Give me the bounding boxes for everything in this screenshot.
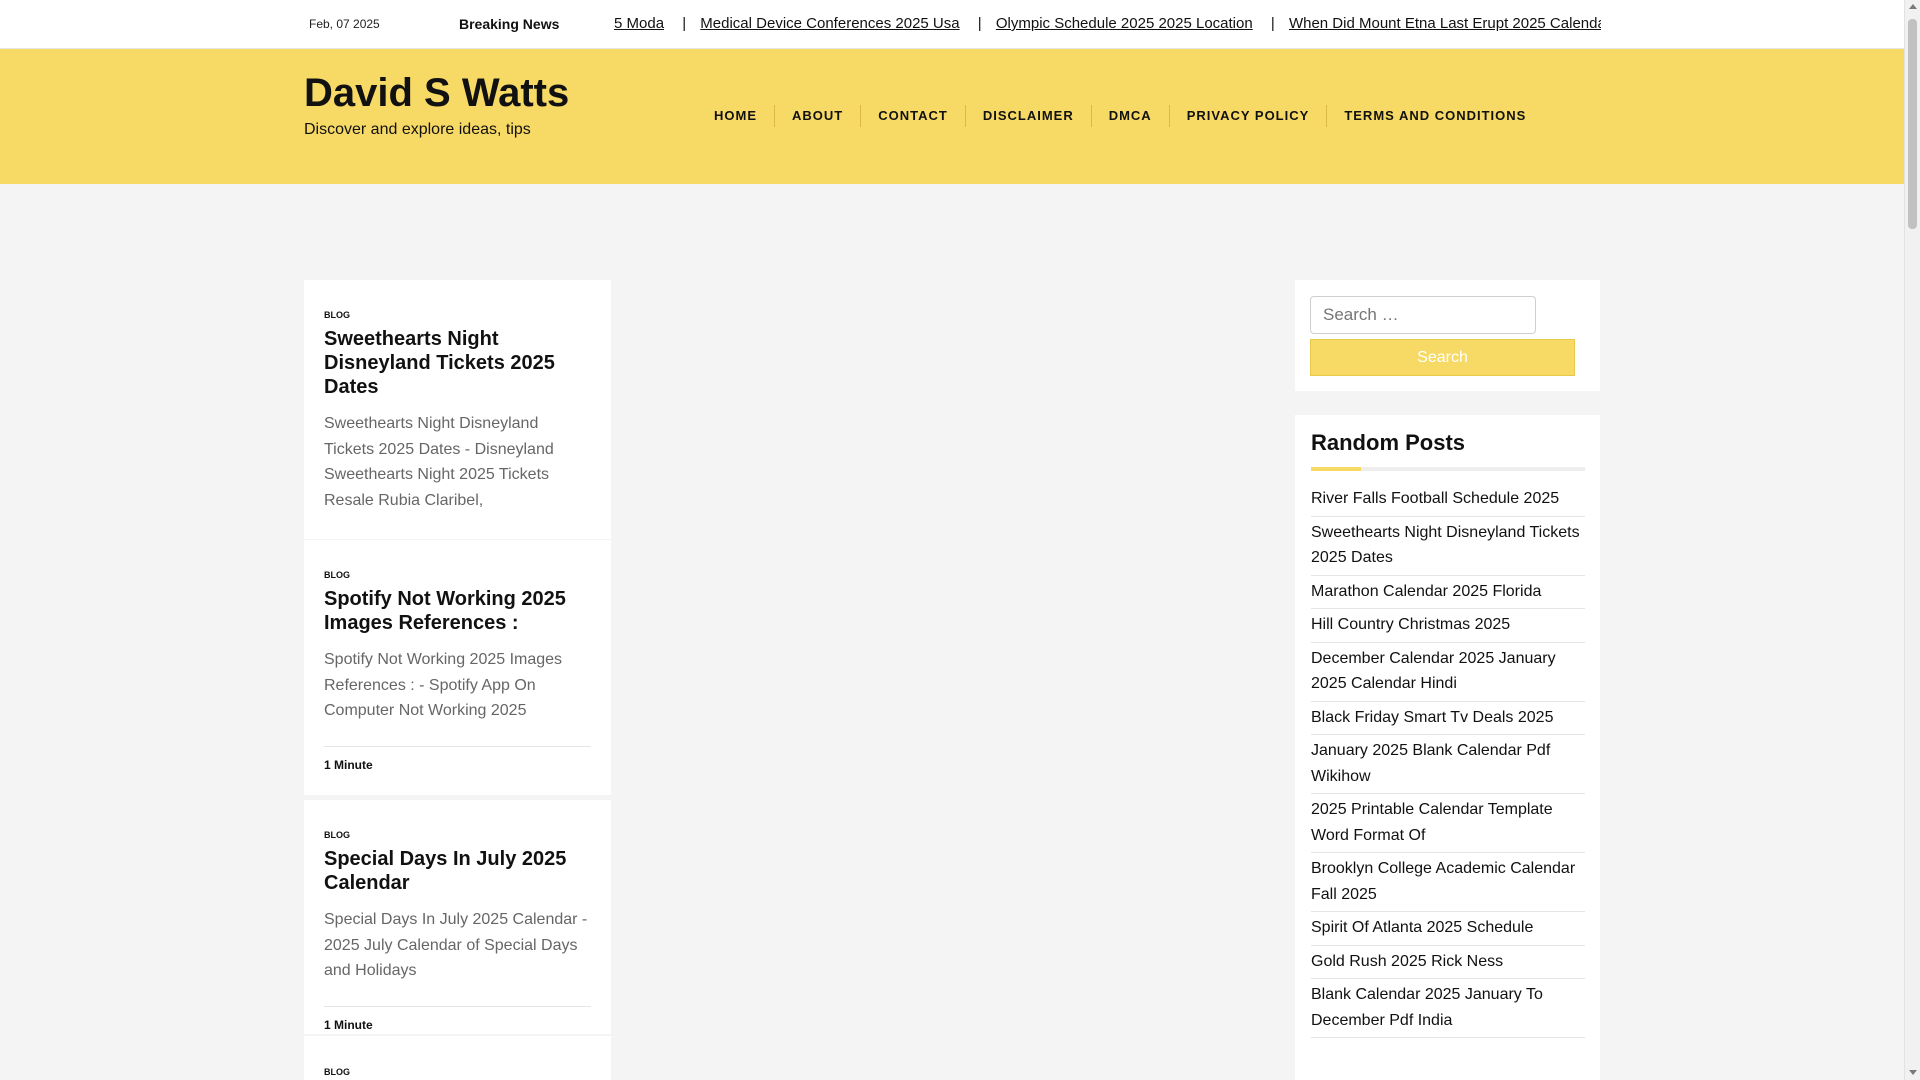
random-post-link[interactable]: Marathon Calendar 2025 Florida bbox=[1311, 576, 1585, 609]
ticker-item[interactable]: 5 Moda bbox=[614, 15, 664, 32]
widget-title: Random Posts bbox=[1311, 430, 1466, 455]
ticker-track: 5 Moda | Medical Device Conferences 2025… bbox=[614, 15, 1601, 32]
post-title[interactable]: Spotify Not Working 2025 Images Referenc… bbox=[324, 587, 591, 635]
post-excerpt: Special Days In July 2025 Calendar - 202… bbox=[324, 911, 588, 979]
ticker-item[interactable]: When Did Mount Etna Last Erupt 2025 Cale… bbox=[1289, 15, 1601, 32]
top-bar: Feb, 07 2025 Breaking News 5 Moda | Medi… bbox=[0, 0, 1904, 49]
post-title[interactable]: Special Days In July 2025 Calendar bbox=[324, 847, 591, 895]
nav-privacy-policy[interactable]: PRIVACY POLICY bbox=[1168, 105, 1327, 127]
post-card: BLOG Spotify Not Working 2025 Images Ref… bbox=[304, 540, 611, 795]
random-post-link[interactable]: Spirit Of Atlanta 2025 Schedule bbox=[1311, 912, 1585, 946]
ticker-separator: | bbox=[977, 15, 982, 32]
widget-title-accent bbox=[1311, 467, 1361, 471]
widget-title-underline bbox=[1311, 467, 1585, 471]
random-post-link[interactable]: Blank Calendar 2025 January To December … bbox=[1311, 979, 1585, 1038]
post-excerpt: Spotify Not Working 2025 Images Referenc… bbox=[324, 651, 563, 719]
site-tagline: Discover and explore ideas, tips bbox=[304, 121, 531, 138]
search-button[interactable]: Search bbox=[1310, 339, 1575, 376]
random-post-link[interactable]: Sweethearts Night Disneyland Tickets 202… bbox=[1311, 517, 1585, 576]
random-post-link[interactable]: January 2025 Blank Calendar Pdf Wikihow bbox=[1311, 735, 1585, 794]
site-title[interactable]: David S Watts bbox=[304, 71, 569, 116]
search-input[interactable] bbox=[1310, 296, 1536, 334]
news-ticker: 5 Moda | Medical Device Conferences 2025… bbox=[614, 0, 1601, 49]
post-card: BLOG Special Days In July 2025 Calendar … bbox=[304, 800, 611, 1034]
random-post-link[interactable]: December Calendar 2025 January 2025 Cale… bbox=[1311, 643, 1585, 702]
random-post-link[interactable]: Hill Country Christmas 2025 bbox=[1311, 609, 1585, 643]
post-category[interactable]: BLOG bbox=[324, 310, 591, 320]
main-nav: HOME ABOUT CONTACT DISCLAIMER DMCA PRIVA… bbox=[697, 105, 1543, 127]
page-scrollbar[interactable] bbox=[1904, 0, 1920, 1080]
random-post-link[interactable]: Black Friday Smart Tv Deals 2025 bbox=[1311, 702, 1585, 735]
nav-home[interactable]: HOME bbox=[697, 105, 774, 127]
breaking-news-label: Breaking News bbox=[459, 16, 560, 32]
post-read-time: 1 Minute bbox=[324, 745, 591, 772]
random-post-link[interactable]: Gold Rush 2025 Rick Ness bbox=[1311, 946, 1585, 979]
random-post-link[interactable]: River Falls Football Schedule 2025 bbox=[1311, 483, 1585, 517]
nav-dmca[interactable]: DMCA bbox=[1090, 105, 1169, 127]
current-date: Feb, 07 2025 bbox=[309, 17, 380, 31]
ticker-link[interactable]: Medical Device Conferences 2025 Usa bbox=[700, 15, 959, 32]
scroll-down-arrow-icon[interactable] bbox=[1909, 1070, 1917, 1075]
post-card: BLOG bbox=[304, 1036, 611, 1080]
scroll-up-arrow-icon[interactable] bbox=[1909, 4, 1917, 9]
random-posts-widget: Random Posts River Falls Football Schedu… bbox=[1295, 415, 1600, 1080]
ticker-item[interactable]: Medical Device Conferences 2025 Usa bbox=[700, 15, 959, 32]
post-card: BLOG Sweethearts Night Disneyland Ticket… bbox=[304, 280, 611, 539]
post-category[interactable]: BLOG bbox=[324, 1067, 591, 1077]
ticker-link[interactable]: When Did Mount Etna Last Erupt 2025 Cale… bbox=[1289, 15, 1601, 32]
ticker-item[interactable]: Olympic Schedule 2025 2025 Location bbox=[996, 15, 1253, 32]
ticker-separator: | bbox=[682, 15, 687, 32]
nav-about[interactable]: ABOUT bbox=[774, 105, 860, 127]
post-title[interactable]: Sweethearts Night Disneyland Tickets 202… bbox=[324, 327, 591, 399]
random-post-link[interactable]: 2025 Printable Calendar Template Word Fo… bbox=[1311, 794, 1585, 853]
ticker-separator: | bbox=[1270, 15, 1275, 32]
search-widget: Search bbox=[1295, 280, 1600, 391]
post-excerpt: Sweethearts Night Disneyland Tickets 202… bbox=[324, 415, 554, 509]
nav-contact[interactable]: CONTACT bbox=[860, 105, 965, 127]
post-category[interactable]: BLOG bbox=[324, 570, 591, 580]
random-post-link[interactable]: Brooklyn College Academic Calendar Fall … bbox=[1311, 853, 1585, 912]
site-header: David S Watts Discover and explore ideas… bbox=[0, 49, 1904, 184]
ticker-link[interactable]: 5 Moda bbox=[614, 15, 664, 32]
ticker-link[interactable]: Olympic Schedule 2025 2025 Location bbox=[996, 15, 1253, 32]
nav-disclaimer[interactable]: DISCLAIMER bbox=[964, 105, 1091, 127]
post-read-time: 1 Minute bbox=[324, 1005, 591, 1032]
post-category[interactable]: BLOG bbox=[324, 830, 591, 840]
nav-terms-and-conditions[interactable]: TERMS AND CONDITIONS bbox=[1326, 105, 1543, 127]
random-posts-list: River Falls Football Schedule 2025 Sweet… bbox=[1311, 483, 1585, 1038]
scrollbar-thumb[interactable] bbox=[1908, 19, 1917, 229]
